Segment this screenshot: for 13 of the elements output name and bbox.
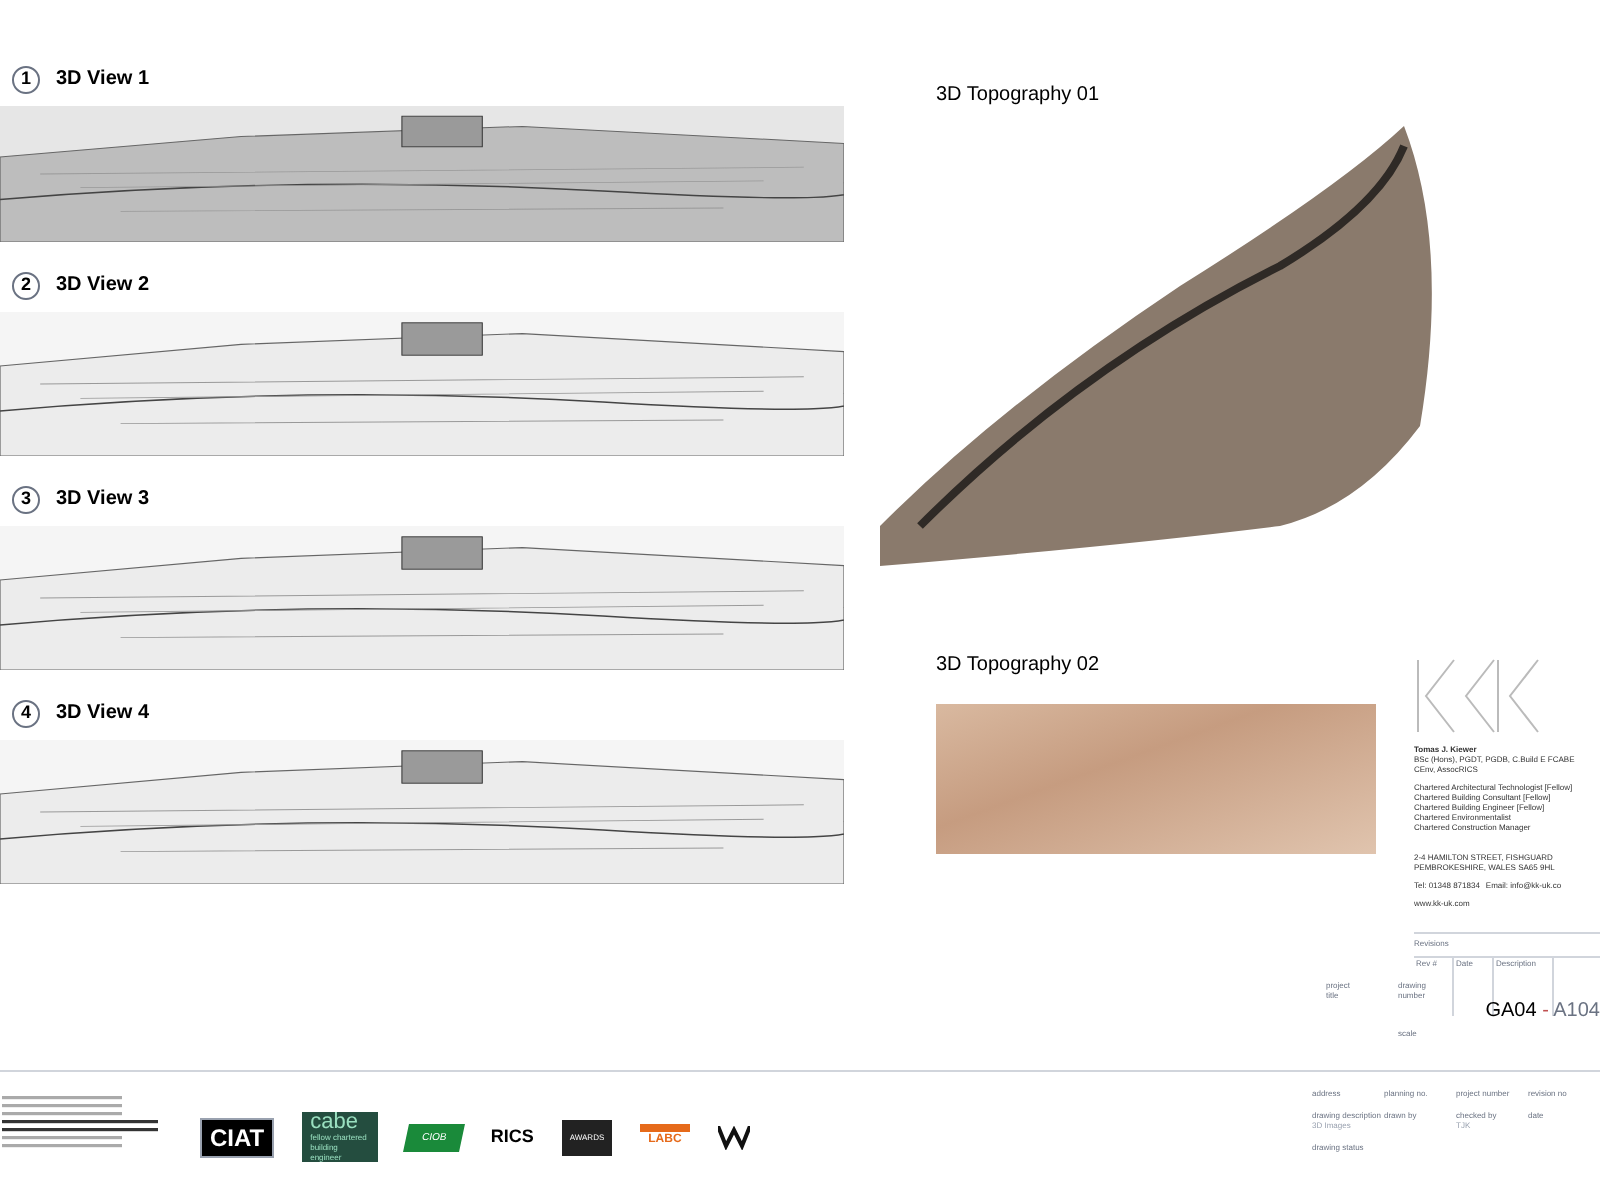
view-number: 2 bbox=[12, 271, 40, 299]
ciat-logo: CIAT bbox=[200, 1117, 275, 1157]
view-number: 3 bbox=[12, 485, 40, 513]
rics-logo: RICS bbox=[490, 1123, 534, 1150]
view-title: 3D View 2 bbox=[56, 272, 150, 300]
topography-title: 3D Topography 01 bbox=[936, 82, 1102, 110]
view-title: 3D View 3 bbox=[56, 486, 150, 514]
view-title: 3D View 4 bbox=[56, 700, 150, 728]
view-number: 1 bbox=[12, 65, 40, 93]
drawing-number: GA04 - A104 bbox=[1485, 998, 1600, 1026]
view-number: 4 bbox=[12, 699, 40, 727]
view-title: 3D View 1 bbox=[56, 66, 150, 94]
topography-title: 3D Topography 02 bbox=[936, 652, 1102, 680]
